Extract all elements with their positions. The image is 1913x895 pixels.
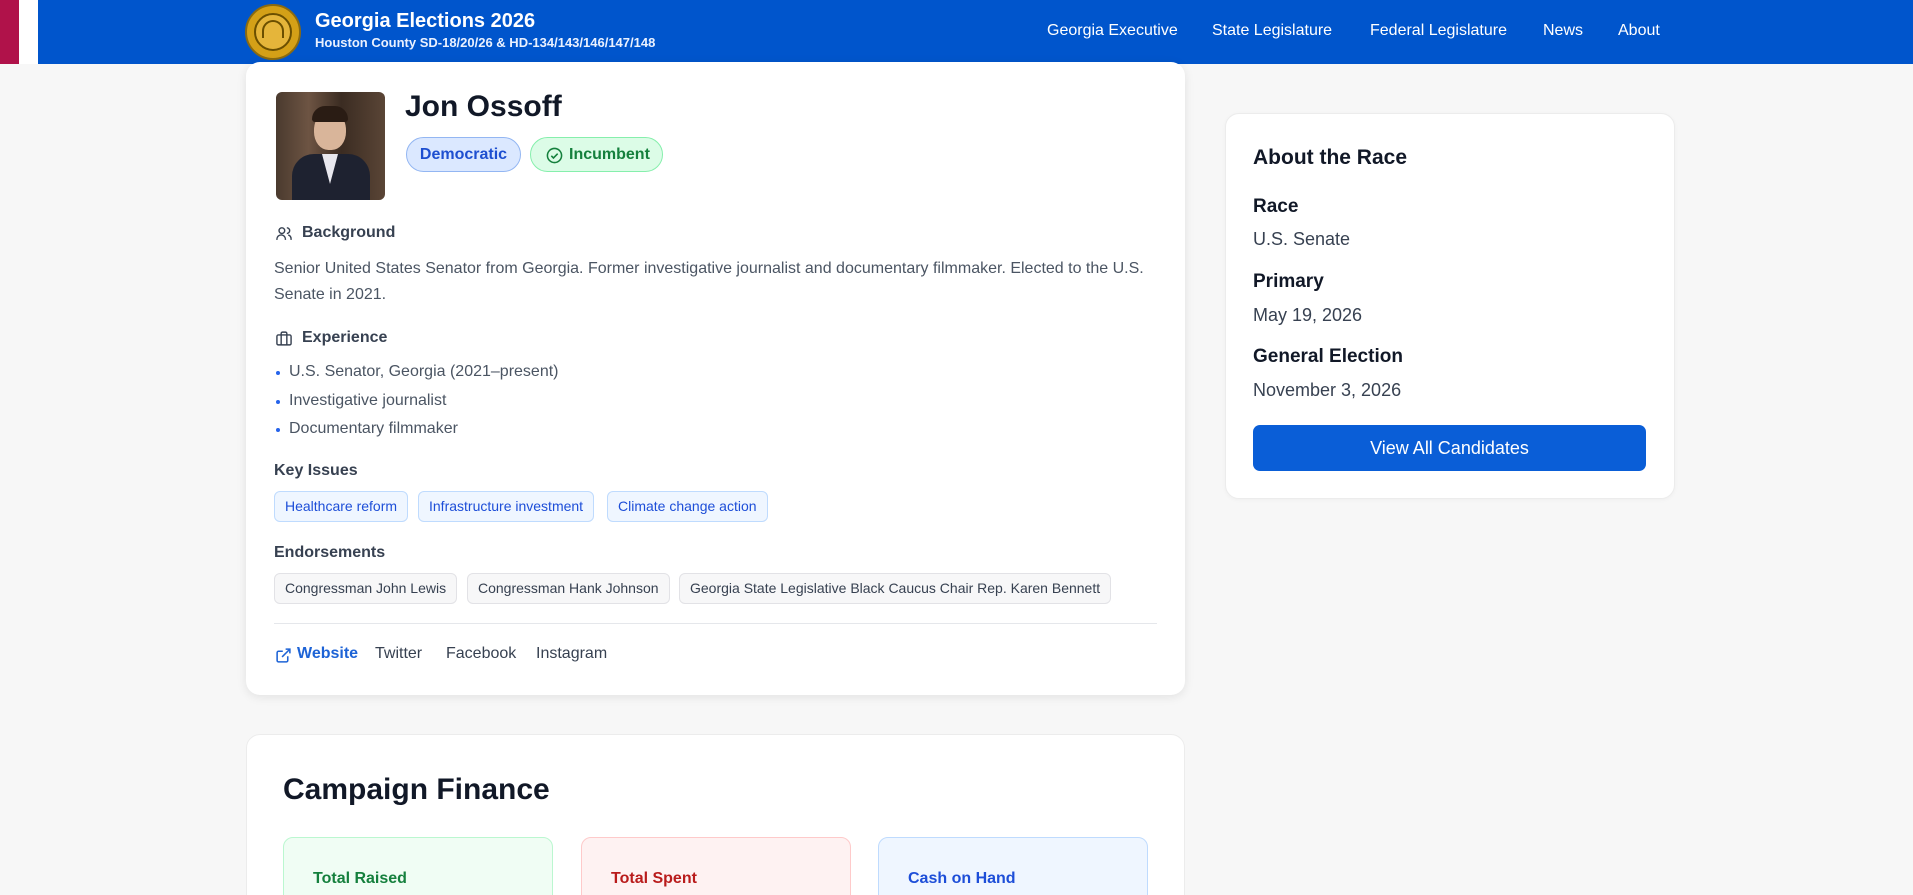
cash-on-hand-box: Cash on Hand bbox=[878, 837, 1148, 895]
twitter-link[interactable]: Twitter bbox=[375, 645, 422, 663]
site-subtitle: Houston County SD-18/20/26 & HD-134/143/… bbox=[315, 35, 656, 50]
incumbent-label: Incumbent bbox=[569, 146, 650, 163]
endorsements-heading: Endorsements bbox=[274, 544, 386, 561]
race-label: Race bbox=[1253, 196, 1299, 217]
issue-tag: Healthcare reform bbox=[274, 491, 409, 522]
nav-state-legislature[interactable]: State Legislature bbox=[1212, 22, 1332, 40]
georgia-flag-stripe bbox=[0, 0, 38, 64]
total-spent-box: Total Spent bbox=[581, 837, 851, 895]
primary-value: May 19, 2026 bbox=[1253, 305, 1363, 325]
nav-federal-legislature[interactable]: Federal Legislature bbox=[1370, 22, 1507, 40]
endorsement-tag: Georgia State Legislative Black Caucus C… bbox=[679, 573, 1112, 604]
nav-news[interactable]: News bbox=[1543, 22, 1583, 40]
experience-heading: Experience bbox=[302, 329, 388, 346]
view-all-candidates-button[interactable]: View All Candidates bbox=[1253, 425, 1646, 471]
race-value: U.S. Senate bbox=[1253, 229, 1351, 249]
external-link-icon[interactable] bbox=[275, 647, 292, 664]
instagram-link[interactable]: Instagram bbox=[536, 645, 607, 663]
primary-label: Primary bbox=[1253, 271, 1324, 292]
campaign-finance-title: Campaign Finance bbox=[283, 773, 550, 806]
issue-tag: Infrastructure investment bbox=[418, 491, 595, 522]
briefcase-icon bbox=[276, 331, 292, 346]
georgia-seal-logo[interactable] bbox=[245, 4, 301, 60]
about-race-title: About the Race bbox=[1253, 146, 1408, 169]
general-election-label: General Election bbox=[1253, 346, 1403, 367]
candidate-name: Jon Ossoff bbox=[405, 90, 562, 123]
background-heading: Background bbox=[302, 224, 396, 241]
nav-about[interactable]: About bbox=[1618, 22, 1660, 40]
party-badge: Democratic bbox=[406, 137, 521, 172]
endorsement-tag: Congressman Hank Johnson bbox=[467, 573, 670, 604]
nav-georgia-executive[interactable]: Georgia Executive bbox=[1047, 22, 1178, 40]
website-link[interactable]: Website bbox=[297, 645, 358, 663]
site-title[interactable]: Georgia Elections 2026 bbox=[315, 10, 535, 33]
endorsement-tag: Congressman John Lewis bbox=[274, 573, 458, 604]
candidate-photo bbox=[276, 92, 385, 200]
background-text: Senior United States Senator from Georgi… bbox=[274, 260, 1144, 303]
total-spent-label: Total Spent bbox=[611, 870, 697, 887]
check-circle-icon bbox=[546, 147, 563, 164]
key-issues-heading: Key Issues bbox=[274, 462, 358, 479]
total-raised-box: Total Raised bbox=[283, 837, 553, 895]
general-election-value: November 3, 2026 bbox=[1253, 380, 1402, 400]
total-raised-label: Total Raised bbox=[313, 870, 407, 887]
card-divider bbox=[274, 623, 1157, 624]
cash-on-hand-label: Cash on Hand bbox=[908, 870, 1016, 887]
incumbent-badge: Incumbent bbox=[530, 137, 663, 172]
facebook-link[interactable]: Facebook bbox=[446, 645, 516, 663]
issue-tag: Climate change action bbox=[607, 491, 768, 522]
users-icon bbox=[276, 227, 292, 240]
